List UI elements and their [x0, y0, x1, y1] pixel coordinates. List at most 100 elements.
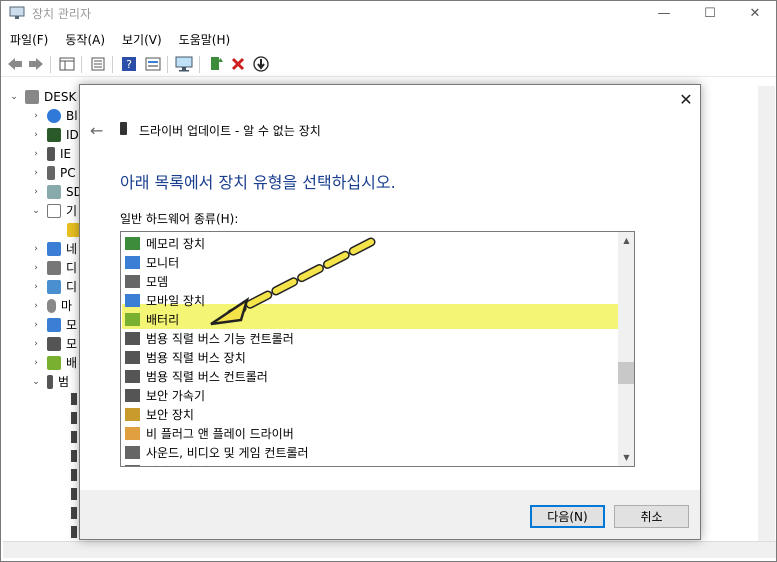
list-item[interactable]: 배터리: [125, 310, 179, 329]
minimize-button[interactable]: —: [641, 1, 687, 26]
chevron-right-icon[interactable]: ›: [31, 263, 41, 273]
list-item[interactable]: 센서 입니 장치: [125, 462, 220, 466]
tree-item-label: 기: [66, 204, 78, 218]
list-item-label: 배터리: [146, 313, 180, 327]
update-driver-icon[interactable]: [207, 55, 225, 73]
maximize-button[interactable]: ☐: [687, 1, 733, 26]
bluetooth-icon: [47, 108, 61, 123]
tree-item-label: 배: [66, 356, 78, 370]
menu-view[interactable]: 보기(V): [113, 28, 170, 50]
chevron-down-icon[interactable]: ⌄: [9, 92, 19, 102]
chevron-down-icon[interactable]: ⌄: [31, 206, 41, 216]
forward-arrow-icon[interactable]: [27, 55, 45, 73]
list-item[interactable]: 보안 장치: [125, 405, 194, 424]
list-item[interactable]: 모니터: [125, 253, 179, 272]
chevron-right-icon[interactable]: ›: [31, 168, 41, 178]
tree-item[interactable]: › 모: [31, 334, 77, 353]
list-item[interactable]: 보안 가속기: [125, 386, 205, 405]
back-arrow-icon[interactable]: ←: [90, 121, 103, 140]
tree-item-label: 디: [66, 280, 78, 294]
mouse-icon: [47, 298, 56, 313]
horizontal-scrollbar[interactable]: [3, 541, 776, 558]
hardware-type-list[interactable]: 메모리 장치 모니터 모뎀 모바일 장치 배터리 범용 직렬 버스 기능 컨트롤러 범용 직…: [120, 231, 635, 467]
back-arrow-icon[interactable]: [6, 55, 24, 73]
list-item-label: 모니터: [146, 256, 180, 270]
tree-item[interactable]: › SD: [31, 182, 83, 201]
modem-icon: [125, 275, 140, 288]
vertical-scrollbar[interactable]: [758, 86, 775, 541]
tree-item[interactable]: › Bl: [31, 106, 78, 125]
scroll-thumb[interactable]: [618, 362, 634, 384]
tree-item[interactable]: › 디: [31, 277, 77, 296]
tree-item[interactable]: › 배: [31, 353, 77, 372]
tree-item[interactable]: ⌄ 범: [31, 372, 69, 391]
list-item-label: 모바일 장치: [146, 294, 206, 308]
tree-root[interactable]: ⌄ DESK: [9, 87, 76, 106]
display-adapter-icon: [47, 279, 61, 294]
chevron-right-icon[interactable]: ›: [31, 187, 41, 197]
list-item[interactable]: 범용 직렬 버스 컨트롤러: [125, 367, 268, 386]
list-item-label: 범용 직렬 버스 장치: [146, 351, 246, 365]
tree-item[interactable]: › 네: [31, 239, 77, 258]
chevron-right-icon[interactable]: ›: [31, 130, 41, 140]
menu-action[interactable]: 동작(A): [56, 28, 113, 50]
chevron-right-icon[interactable]: ›: [31, 339, 41, 349]
chevron-right-icon[interactable]: ›: [31, 111, 41, 121]
list-item[interactable]: 사운드, 비디오 및 게임 컨트롤러: [125, 443, 309, 462]
menu-help[interactable]: 도움말(H): [170, 28, 239, 50]
tree-item[interactable]: › 디: [31, 258, 77, 277]
properties-icon[interactable]: [89, 55, 107, 73]
tree-item[interactable]: › ID: [31, 125, 79, 144]
usb-function-controller-icon: [125, 332, 140, 345]
list-item[interactable]: 메모리 장치: [125, 234, 205, 253]
chevron-right-icon[interactable]: ›: [31, 149, 41, 159]
tree-item-label: Bl: [66, 108, 78, 123]
chevron-right-icon[interactable]: ›: [31, 358, 41, 368]
tree-item-label: 마: [61, 299, 73, 313]
other-devices-icon: [47, 203, 61, 218]
list-item[interactable]: 모바일 장치: [125, 291, 205, 310]
next-button[interactable]: 다음(N): [530, 505, 605, 528]
close-button[interactable]: ✕: [732, 1, 777, 26]
help-icon[interactable]: ?: [120, 55, 138, 73]
chevron-down-icon[interactable]: ⌄: [31, 377, 41, 387]
update-driver-dialog: ✕ ← 드라이버 업데이트 - 알 수 없는 장치 아래 목록에서 장치 유형을…: [79, 84, 701, 540]
menu-file[interactable]: 파일(F): [1, 28, 56, 50]
mobile-device-icon: [125, 294, 140, 307]
list-item[interactable]: 모뎀: [125, 272, 168, 291]
tree-item-label: 디: [66, 261, 78, 275]
scroll-down-icon[interactable]: ▼: [618, 449, 634, 466]
tree-root-label: DESK: [44, 89, 77, 104]
show-hide-tree-icon[interactable]: [58, 55, 76, 73]
list-item-label: 사운드, 비디오 및 게임 컨트롤러: [146, 446, 309, 460]
chevron-right-icon[interactable]: ›: [31, 320, 41, 330]
list-item-label: 모뎀: [146, 275, 169, 289]
list-scrollbar[interactable]: ▲ ▼: [618, 232, 634, 466]
non-pnp-driver-icon: [125, 427, 140, 440]
ide-controller-icon: [47, 127, 61, 142]
tree-item[interactable]: › PC: [31, 163, 76, 182]
uninstall-device-icon[interactable]: [229, 55, 247, 73]
list-item[interactable]: 비 플러그 앤 플레이 드라이버: [125, 424, 294, 443]
scroll-up-icon[interactable]: ▲: [618, 232, 634, 249]
hardware-type-label: 일반 하드웨어 종류(H):: [120, 212, 239, 226]
tree-item[interactable]: › 모: [31, 315, 77, 334]
action-view-icon[interactable]: [144, 55, 162, 73]
battery-icon: [125, 313, 140, 326]
tree-item[interactable]: › IE: [31, 144, 71, 163]
sd-host-icon: [47, 184, 61, 199]
chevron-right-icon[interactable]: ›: [31, 244, 41, 254]
disable-device-icon[interactable]: [252, 55, 270, 73]
chevron-right-icon[interactable]: ›: [31, 301, 41, 311]
list-item[interactable]: 범용 직렬 버스 장치: [125, 348, 246, 367]
tree-item[interactable]: › 마: [31, 296, 72, 315]
cancel-button[interactable]: 취소: [614, 505, 689, 528]
tree-item[interactable]: ⌄ 기: [31, 201, 77, 220]
menu-bar: 파일(F) 동작(A) 보기(V) 도움말(H): [1, 28, 776, 50]
chevron-right-icon[interactable]: ›: [31, 282, 41, 292]
tree-item-label: 모: [66, 337, 78, 351]
dialog-close-icon[interactable]: ✕: [677, 91, 695, 109]
list-item-label: 범용 직렬 버스 컨트롤러: [146, 370, 268, 384]
scan-hardware-icon[interactable]: [175, 55, 193, 73]
list-item-label: 보안 가속기: [146, 389, 206, 403]
